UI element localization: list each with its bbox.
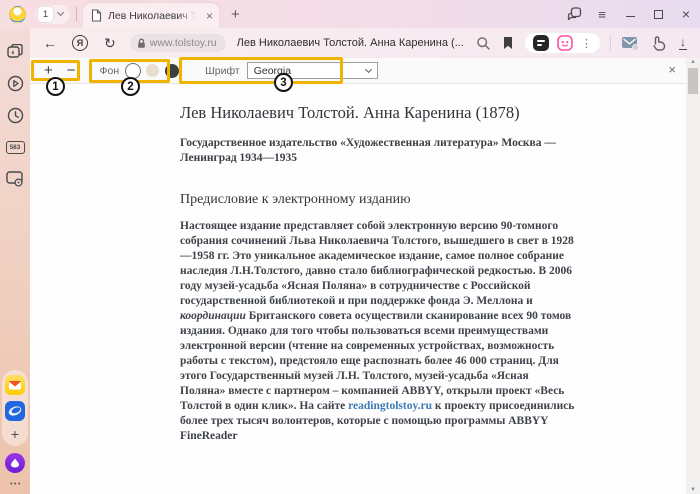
tab-count-value: 1 [38,7,53,22]
lock-icon [137,38,146,49]
more-extensions-icon[interactable]: ⋮ [581,37,592,50]
chevron-down-icon [365,65,372,72]
reader-close-button[interactable]: × [668,63,676,76]
screen-cast-icon[interactable] [0,164,30,194]
history-clock-icon[interactable] [0,100,30,130]
reader-mode-icon[interactable] [533,35,549,51]
hand-pointer-icon[interactable] [651,35,668,51]
article-title: Лев Николаевич Толстой. Анна Каренина (1… [180,103,576,123]
pinned-apps: + [2,370,28,446]
video-play-icon[interactable] [0,68,30,98]
paragraph-text: Настоящее издание представляет собой эле… [180,220,574,307]
url-field[interactable]: www.tolstoy.ru [130,34,226,52]
page-title: Лев Николаевич Толстой. Анна Каренина (.… [237,37,464,49]
profile-avatar[interactable] [9,6,26,23]
document-icon [91,9,102,22]
annotation-box-font [179,57,343,84]
download-icon[interactable]: ↓ [679,36,687,50]
tab-title: Лев Николаевич Толс [108,10,196,22]
url-text: www.tolstoy.ru [150,37,217,49]
sidebar-more-icon[interactable]: ••• [10,481,22,488]
divider [610,35,611,51]
bookmark-icon[interactable] [502,36,514,50]
titlebar: 1 Лев Николаевич Толс × + ≡ × [0,0,700,28]
search-page-icon[interactable] [476,36,491,51]
section-heading: Предисловие к электронному изданию [180,191,576,209]
refresh-button[interactable]: ↻ [104,36,116,50]
minimize-button[interactable] [616,0,644,28]
counter-badge[interactable]: 583 [0,132,30,162]
article-subtitle: Государственное издательство «Художестве… [180,136,576,166]
annotation-number-3: 3 [274,73,293,92]
left-sidebar: 583 + [0,28,30,494]
yandex-search-icon[interactable]: Я [72,35,88,51]
yandex-mail-icon[interactable] [5,375,25,395]
annotation-number-2: 2 [121,77,140,96]
yandex-disk-icon[interactable] [5,401,25,421]
address-bar: ← Я ↻ www.tolstoy.ru Лев Николаевич Толс… [30,28,700,58]
chat-bubble-icon[interactable] [560,0,588,28]
scrollbar[interactable]: ▲ ▼ [686,58,700,494]
window-close-button[interactable]: × [672,0,700,28]
chevron-down-icon [57,9,64,16]
paragraph-italic-text: координации [180,310,246,322]
scroll-down-icon[interactable]: ▼ [690,486,696,494]
browser-window: 1 Лев Николаевич Толс × + ≡ × [0,0,700,494]
new-tab-button[interactable]: + [231,7,240,22]
back-button[interactable]: ← [43,36,57,50]
tab-anna-karenina[interactable]: Лев Николаевич Толс × [83,3,219,28]
messenger-icon[interactable] [557,35,573,51]
add-app-button[interactable]: + [11,427,19,441]
scroll-up-icon[interactable]: ▲ [690,58,696,66]
divider [76,7,77,21]
tab-counter[interactable]: 1 [35,5,70,24]
maximize-button[interactable] [644,0,672,28]
annotation-number-1: 1 [46,77,65,96]
alice-assistant-icon[interactable] [5,453,25,473]
paragraph-text: Британского совета осуществили сканирова… [180,310,571,412]
article: Лев Николаевич Толстой. Анна Каренина (1… [180,103,576,444]
reader-content: Лев Николаевич Толстой. Анна Каренина (1… [30,84,686,494]
panels-icon[interactable] [0,36,30,66]
menu-button[interactable]: ≡ [588,0,616,28]
tab-close-icon[interactable]: × [206,10,213,22]
mail-icon[interactable] [621,35,639,51]
readingtolstoy-link[interactable]: readingtolstoy.ru [348,400,432,412]
article-paragraph: Настоящее издание представляет собой эле… [180,219,576,444]
scrollbar-thumb[interactable] [688,68,698,94]
extensions-pill: ⋮ [524,32,601,54]
